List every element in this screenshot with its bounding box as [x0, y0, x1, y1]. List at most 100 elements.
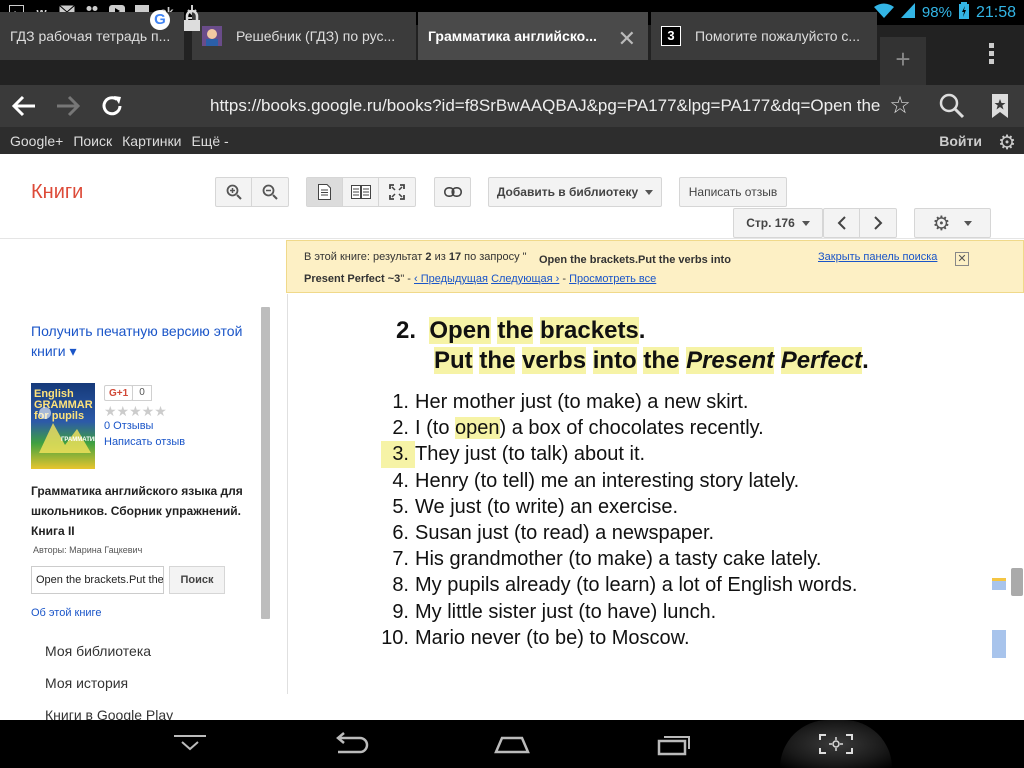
item-number: 8.	[392, 574, 409, 597]
gbar-link-google-plus[interactable]: Google+	[10, 133, 63, 149]
menu-my-library[interactable]: Моя библиотека	[45, 643, 151, 659]
close-search-panel-link[interactable]: Закрыть панель поиска	[818, 251, 937, 263]
favicon-icon: 3	[661, 26, 681, 46]
gbar-link-more[interactable]: Ещё -	[191, 133, 228, 149]
instruction-word: Perfect	[780, 347, 863, 374]
battery-icon	[958, 2, 969, 23]
fullscreen-icon[interactable]	[379, 178, 415, 206]
google-favicon-icon: G	[150, 10, 170, 30]
gbar-link-images[interactable]: Картинки	[122, 133, 181, 149]
bookmarks-icon[interactable]	[980, 85, 1020, 127]
search-in-book-button[interactable]: Поиск	[169, 566, 225, 594]
list-item: 6. Susan just (to read) a newspaper.	[381, 520, 857, 546]
view-mode-controls	[306, 177, 416, 207]
item-text: Susan just (to read) a newspaper.	[415, 522, 715, 545]
android-navigation-bar	[0, 720, 1024, 768]
tab-grammar-active[interactable]: Грамматика английско... ✕	[418, 12, 648, 60]
sidebar-write-review-link[interactable]: Написать отзыв	[104, 436, 185, 448]
list-item: 3. They just (to talk) about it.	[381, 441, 857, 468]
reload-icon[interactable]	[90, 85, 134, 127]
item-text: We just (to write) an exercise.	[415, 495, 679, 518]
separator: -	[559, 273, 570, 285]
tab-title: Решебник (ГДЗ) по рус...	[236, 28, 396, 44]
add-to-library-button[interactable]: Добавить в библиотеку	[488, 177, 662, 207]
close-panel-icon[interactable]: ✕	[955, 252, 969, 266]
new-tab-button[interactable]: +	[880, 37, 926, 85]
page-scrollbar[interactable]	[1011, 568, 1023, 596]
item-text: Henry (to tell) me an interesting story …	[415, 469, 800, 492]
back-icon[interactable]	[2, 85, 46, 127]
book-authors: Авторы: Марина Гацкевич	[33, 545, 143, 555]
search-icon[interactable]	[932, 85, 972, 127]
item-text: His grandmother (to make) a tasty cake l…	[415, 548, 822, 571]
forward-icon[interactable]	[46, 85, 90, 127]
screenshot-icon[interactable]	[816, 732, 856, 756]
book-page-view: 2. Open the brackets. Put the verbs into…	[287, 294, 1007, 694]
instruction-word: the	[479, 347, 516, 374]
settings-gear-icon[interactable]: ⚙	[998, 130, 1016, 155]
home-nav-icon[interactable]	[492, 732, 532, 756]
hide-keyboard-icon[interactable]	[170, 732, 210, 756]
next-page-icon[interactable]	[860, 209, 896, 237]
two-page-icon[interactable]	[343, 178, 379, 206]
item-text: Her mother just (to make) a new skirt.	[415, 391, 749, 413]
list-item: 5. We just (to write) an exercise.	[381, 494, 857, 520]
tab-pomogite[interactable]: 3 Помогите пожалуйсто с...	[651, 12, 877, 60]
search-query-text: Open the brackets.Put the verbs into Pre…	[304, 251, 774, 289]
previous-result-link[interactable]: ‹ Предыдущая	[414, 273, 488, 285]
book-title: Грамматика английского языка для школьни…	[31, 484, 243, 538]
next-result-link[interactable]: Следующая ›	[491, 273, 559, 285]
url-input[interactable]: https://books.google.ru/books?id=f8SrBwA…	[210, 96, 880, 116]
books-logo[interactable]: Книги	[31, 181, 83, 204]
heading-word: the	[497, 317, 534, 344]
google-plus-one-button[interactable]: G+1	[104, 385, 134, 401]
reviews-count-link[interactable]: 0 Отзывы	[104, 420, 153, 432]
instruction-word: Put	[434, 347, 473, 374]
about-book-link[interactable]: Об этой книге	[31, 607, 101, 619]
chevron-down-icon	[801, 220, 810, 226]
rating-stars: ★★★★★	[104, 403, 167, 419]
page-select-dropdown[interactable]: Стр. 176	[733, 208, 823, 238]
book-settings-button[interactable]: ⚙	[914, 208, 991, 238]
list-item: 9. My little sister just (to have) lunch.	[381, 599, 857, 625]
item-number: 9.	[392, 600, 409, 623]
item-number: 2.	[392, 417, 409, 440]
list-item: 10. Mario never (to be) to Moscow.	[381, 625, 857, 651]
gbar-link-search[interactable]: Поиск	[73, 133, 112, 149]
write-review-label: Написать отзыв	[688, 185, 778, 199]
search-in-book-input[interactable]: Open the brackets.Put the	[31, 566, 164, 594]
zoom-out-icon[interactable]	[252, 178, 288, 206]
instruction-word: Present	[686, 347, 775, 374]
book-cover-image[interactable]: English GRAMMAR for pupils ГРАММАТИКА	[31, 383, 102, 469]
overflow-menu-icon[interactable]	[983, 40, 999, 68]
item-text: Mario never (to be) to Moscow.	[415, 626, 690, 649]
zoom-in-icon[interactable]	[216, 178, 252, 206]
item-number: 4.	[392, 469, 409, 492]
clock: 21:58	[975, 3, 1016, 21]
close-tab-icon[interactable]: ✕	[618, 26, 636, 52]
menu-my-history[interactable]: Моя история	[45, 675, 128, 691]
search-hit-marker[interactable]	[992, 630, 1006, 658]
item-number: 6.	[392, 522, 409, 545]
list-item: 1. Her mother just (to make) a new skirt.	[381, 389, 857, 415]
write-review-button[interactable]: Написать отзыв	[679, 177, 787, 207]
google-top-bar: Google+ Поиск Картинки Ещё - Войти ⚙	[0, 127, 1024, 154]
lock-icon	[183, 9, 201, 32]
link-icon[interactable]	[434, 177, 471, 207]
recent-apps-icon[interactable]	[655, 732, 695, 756]
signal-icon	[900, 3, 915, 22]
list-item: 7. His grandmother (to make) a tasty cake…	[381, 546, 857, 572]
prev-page-icon[interactable]	[824, 209, 860, 237]
item-number: 1.	[392, 391, 409, 413]
back-nav-icon[interactable]	[330, 732, 370, 756]
search-hit-marker[interactable]	[992, 578, 1006, 590]
view-all-results-link[interactable]: Просмотреть все	[569, 273, 656, 285]
single-page-icon[interactable]	[307, 178, 343, 206]
sign-in-button[interactable]: Войти	[939, 133, 982, 149]
tab-reshebnik[interactable]: Решебник (ГДЗ) по рус...	[192, 12, 416, 60]
get-print-version-link[interactable]: Получить печатную версию этой книги ▾	[31, 321, 253, 361]
sidebar-scrollbar[interactable]	[261, 307, 270, 619]
favicon-icon	[202, 26, 222, 46]
bookmark-star-icon[interactable]: ☆	[880, 85, 920, 127]
instruction-word: into	[592, 347, 637, 374]
